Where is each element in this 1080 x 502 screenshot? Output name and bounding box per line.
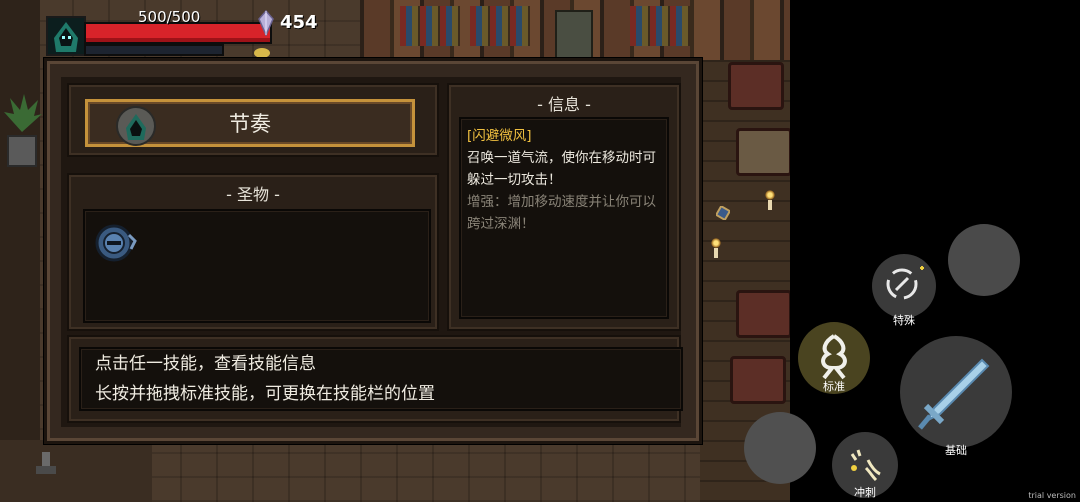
scroll-icon bbox=[716, 206, 730, 220]
tips-area: 点击任一技能，查看技能信息 长按并拖拽标准技能，可更换在技能栏的位置 bbox=[79, 347, 683, 411]
candle-icon bbox=[765, 190, 775, 210]
table bbox=[736, 290, 790, 338]
relic-section: - 圣物 - bbox=[67, 173, 439, 331]
gold-coin-icon bbox=[254, 48, 270, 58]
candle-icon bbox=[711, 238, 721, 258]
bookshelf bbox=[630, 6, 690, 46]
skill-info-panel: 节奏 - 圣物 - - 信息 - [闪避微风] 召唤一道气流，使你在移动时可躲过… bbox=[44, 58, 702, 444]
info-text-area: [闪避微风] 召唤一道气流，使你在移动时可躲过一切攻击！ 增强：增加移动速度并让… bbox=[459, 117, 669, 319]
info-section-title: - 信息 - bbox=[537, 95, 591, 114]
tips-section: 点击任一技能，查看技能信息 长按并拖拽标准技能，可更换在技能栏的位置 bbox=[67, 335, 683, 423]
mana-bar bbox=[84, 44, 224, 56]
hooded-wizard-icon bbox=[54, 22, 78, 52]
basic-label: 基础 bbox=[945, 444, 967, 457]
floor-lower bbox=[0, 440, 152, 502]
chaos-gem-icon bbox=[258, 10, 274, 36]
info-section: - 信息 - [闪避微风] 召唤一道气流，使你在移动时可躲过一切攻击！ 增强：增… bbox=[447, 83, 681, 331]
chair bbox=[555, 10, 593, 60]
whirlwind-icon bbox=[886, 266, 924, 300]
skill-title-section: 节奏 bbox=[67, 83, 439, 157]
table-with-book bbox=[736, 128, 790, 176]
relic-item[interactable] bbox=[93, 219, 139, 265]
table bbox=[728, 62, 784, 110]
gem-count: 454 bbox=[280, 12, 318, 33]
special-label: 特殊 bbox=[893, 314, 915, 327]
skill-title-button[interactable]: 节奏 bbox=[85, 99, 415, 147]
skill-description: 召唤一道气流，使你在移动时可躲过一切攻击！ bbox=[467, 150, 656, 188]
player-hud: 500/500 454 bbox=[44, 8, 344, 60]
pocket-watch-icon bbox=[95, 224, 137, 262]
pedestal-icon bbox=[36, 452, 56, 474]
joystick-secondary[interactable] bbox=[948, 224, 1020, 296]
potted-plant bbox=[4, 94, 42, 167]
ice-sword-icon bbox=[918, 358, 990, 430]
basic-attack-button[interactable] bbox=[900, 336, 1012, 448]
dash-label: 冲刺 bbox=[854, 486, 876, 499]
trial-watermark: trial version bbox=[1028, 491, 1076, 500]
panel-body: 节奏 - 圣物 - - 信息 - [闪避微风] 召唤一道气流，使你在移动时可躲过… bbox=[61, 77, 683, 427]
player-avatar bbox=[46, 16, 86, 56]
bookshelf bbox=[470, 6, 530, 46]
skill-name: [闪避微风] bbox=[467, 128, 532, 144]
tip-line: 点击任一技能，查看技能信息 bbox=[95, 354, 316, 374]
bookshelf bbox=[400, 6, 460, 46]
standard-label: 标准 bbox=[823, 380, 845, 393]
relic-grid bbox=[83, 209, 431, 323]
special-skill-button[interactable] bbox=[872, 254, 936, 318]
tip-line: 长按并拖拽标准技能，可更换在技能栏的位置 bbox=[95, 384, 435, 404]
movement-joystick[interactable] bbox=[744, 412, 816, 484]
health-text: 500/500 bbox=[138, 8, 201, 26]
health-bar-fill bbox=[86, 24, 270, 42]
skill-title: 节奏 bbox=[229, 112, 271, 136]
info-content: [闪避微风] 召唤一道气流，使你在移动时可躲过一切攻击！ 增强：增加移动速度并让… bbox=[467, 125, 663, 235]
skill-upgrade-text: 增强：增加移动速度并让你可以跨过深渊！ bbox=[467, 194, 656, 232]
relic-section-title: - 圣物 - bbox=[226, 185, 280, 204]
table bbox=[730, 356, 786, 404]
left-wall bbox=[0, 0, 40, 502]
